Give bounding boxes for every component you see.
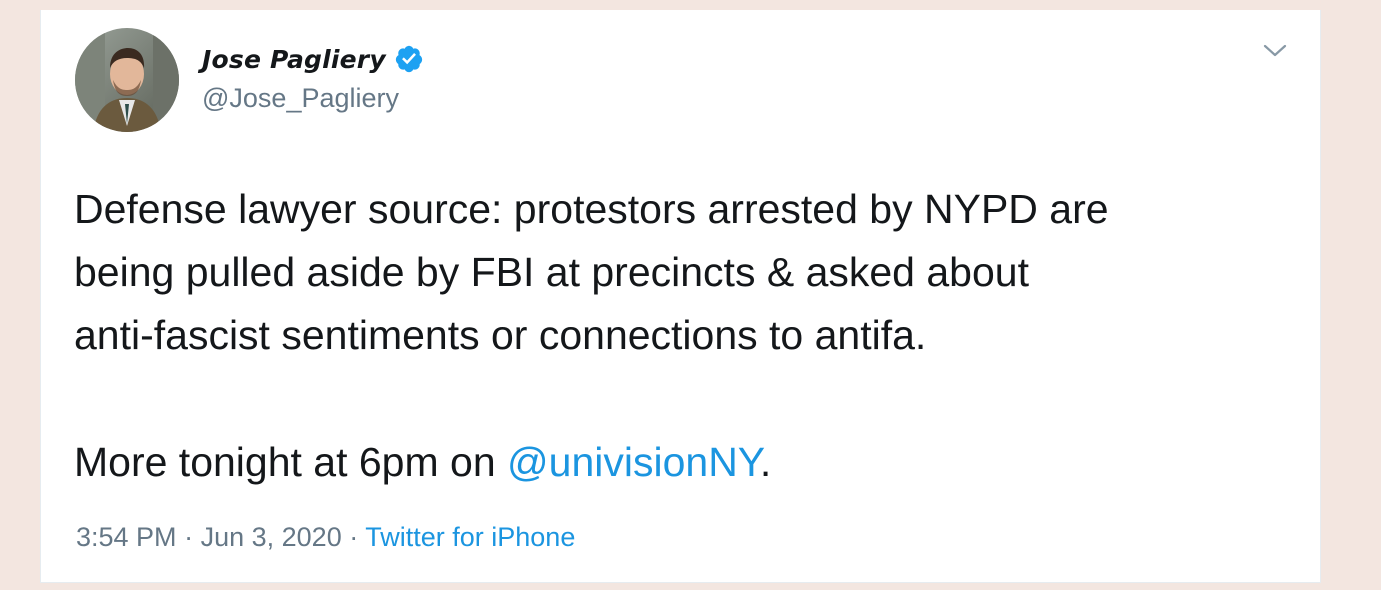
tweet-text-suffix: . — [759, 439, 772, 485]
tweet-text: Defense lawyer source: protestors arrest… — [74, 178, 1304, 494]
avatar-photo — [75, 28, 179, 132]
tweet-date[interactable]: Jun 3, 2020 — [201, 522, 342, 552]
verified-badge-icon — [394, 44, 424, 74]
tweet-meta: 3:54 PM · Jun 3, 2020 · Twitter for iPho… — [76, 522, 575, 553]
tweet-card: Jose Pagliery @Jose_Pagliery Defense law… — [40, 10, 1321, 583]
tweet-text-line: being pulled aside by FBI at precincts &… — [74, 249, 1029, 295]
author-handle[interactable]: @Jose_Pagliery — [202, 83, 424, 114]
mention-link[interactable]: @univisionNY — [507, 439, 760, 485]
author-row: Jose Pagliery — [202, 39, 424, 79]
tweet-text-prefix: More tonight at 6pm on — [74, 439, 508, 485]
meta-separator: · — [349, 522, 359, 552]
avatar[interactable] — [75, 28, 179, 132]
meta-separator: · — [184, 522, 194, 552]
author-name[interactable]: Jose Pagliery — [202, 45, 386, 74]
tweet-header: Jose Pagliery @Jose_Pagliery — [202, 39, 424, 114]
tweet-text-line: anti-fascist sentiments or connections t… — [74, 312, 927, 358]
tweet-source-link[interactable]: Twitter for iPhone — [365, 522, 575, 552]
tweet-text-line: Defense lawyer source: protestors arrest… — [74, 186, 1109, 232]
tweet-time[interactable]: 3:54 PM — [76, 522, 177, 552]
chevron-down-icon[interactable] — [1262, 42, 1288, 60]
tweet-text-line: More tonight at 6pm on @univisionNY. — [74, 431, 1304, 494]
